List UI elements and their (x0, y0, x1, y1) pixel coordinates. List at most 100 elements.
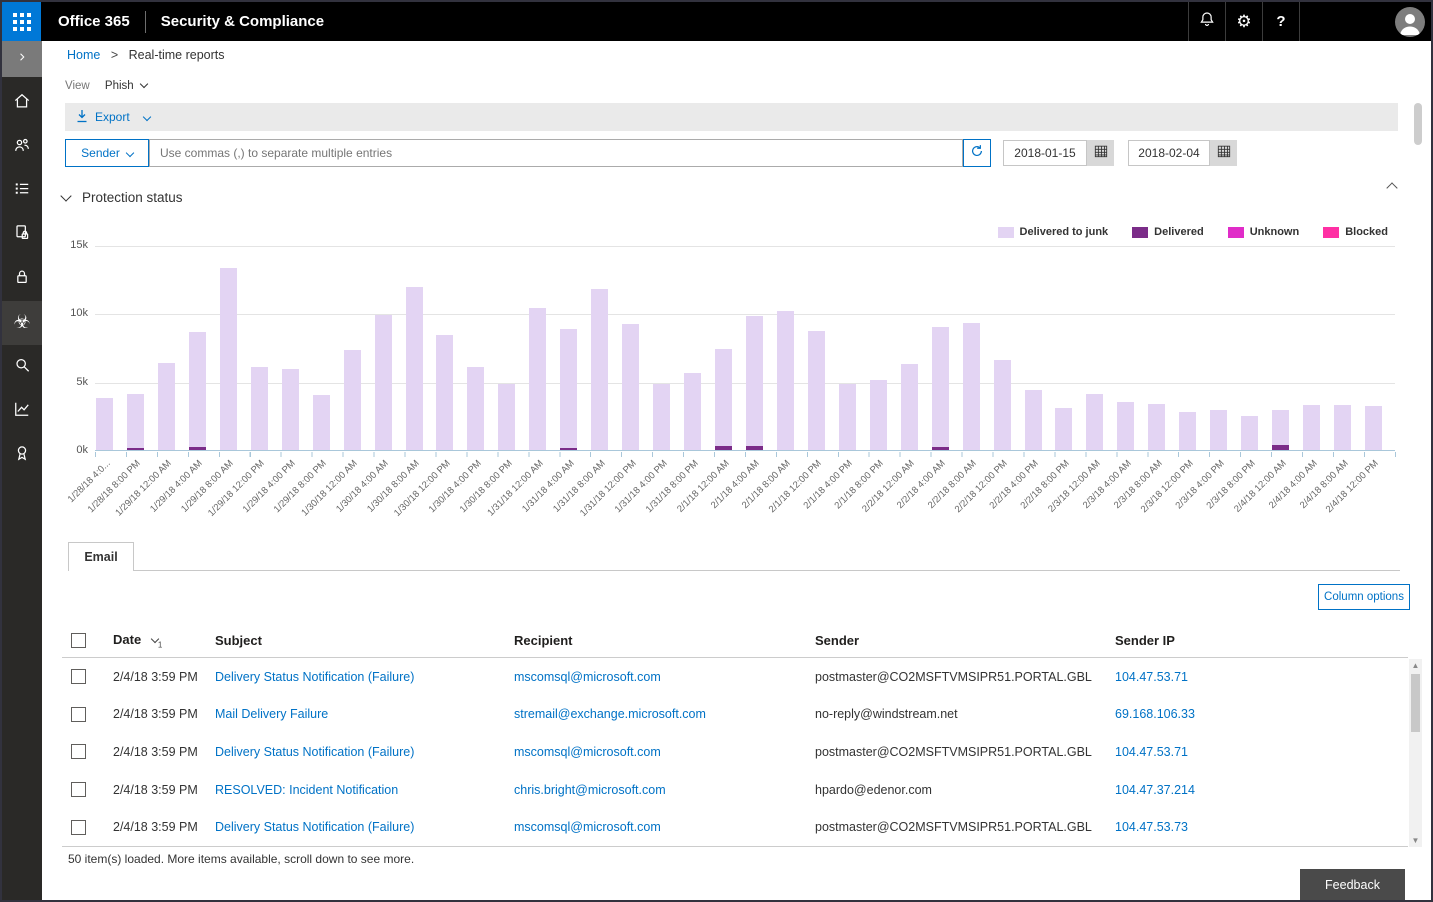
table-scrollbar[interactable]: ▲ ▼ (1409, 659, 1422, 847)
bar[interactable] (344, 246, 361, 450)
bar[interactable] (715, 246, 732, 450)
scroll-up-arrow-icon[interactable]: ▲ (1409, 659, 1422, 672)
recipient-link[interactable]: chris.bright@microsoft.com (514, 783, 666, 797)
recipient-link[interactable]: mscomsql@microsoft.com (514, 745, 661, 759)
recipient-link[interactable]: mscomsql@microsoft.com (514, 670, 661, 684)
help-button[interactable]: ? (1263, 2, 1299, 41)
product-name[interactable]: Office 365 (58, 13, 130, 30)
bar[interactable] (994, 246, 1011, 450)
bar[interactable] (1272, 246, 1289, 450)
end-date-calendar-button[interactable] (1210, 140, 1237, 166)
bar[interactable] (251, 246, 268, 450)
subject-link[interactable]: Delivery Status Notification (Failure) (215, 820, 414, 834)
row-checkbox[interactable] (71, 669, 86, 684)
table-scrollbar-thumb[interactable] (1411, 674, 1420, 732)
bar[interactable] (1086, 246, 1103, 450)
bar[interactable] (1334, 246, 1351, 450)
sender-ip-link[interactable]: 104.47.53.71 (1115, 670, 1188, 684)
table-row[interactable]: 2/4/18 3:59 PMDelivery Status Notificati… (62, 733, 1408, 771)
view-selector[interactable]: Phish (105, 80, 147, 92)
bar[interactable] (591, 246, 608, 450)
bar[interactable] (808, 246, 825, 450)
select-all-checkbox[interactable] (71, 633, 86, 648)
settings-button[interactable]: ⚙ (1226, 2, 1262, 41)
bar[interactable] (1303, 246, 1320, 450)
sidebar-item-threat-management[interactable]: ☣ (2, 301, 42, 345)
app-launcher-button[interactable] (2, 2, 41, 41)
bar[interactable] (189, 246, 206, 450)
sidebar-item-permissions[interactable] (2, 125, 42, 169)
row-checkbox[interactable] (71, 707, 86, 722)
column-header-sender[interactable]: Sender (815, 633, 1115, 648)
start-date-calendar-button[interactable] (1087, 140, 1114, 166)
bar[interactable] (158, 246, 175, 450)
column-header-sender-ip[interactable]: Sender IP (1115, 633, 1408, 648)
sender-ip-link[interactable]: 104.47.37.214 (1115, 783, 1195, 797)
bar[interactable] (870, 246, 887, 450)
bar[interactable] (406, 246, 423, 450)
column-header-date[interactable]: Date 1 (113, 632, 215, 650)
bar[interactable] (282, 246, 299, 450)
sidebar-item-search[interactable] (2, 345, 42, 389)
collapse-panel-button[interactable] (1384, 174, 1400, 200)
export-button[interactable]: Export (76, 109, 150, 126)
sidebar-item-data-governance[interactable] (2, 257, 42, 301)
bar[interactable] (313, 246, 330, 450)
row-checkbox[interactable] (71, 782, 86, 797)
table-row[interactable]: 2/4/18 3:59 PMRESOLVED: Incident Notific… (62, 771, 1408, 809)
recipient-link[interactable]: mscomsql@microsoft.com (514, 820, 661, 834)
bar[interactable] (560, 246, 577, 450)
sender-ip-link[interactable]: 104.47.53.71 (1115, 745, 1188, 759)
bar[interactable] (1365, 246, 1382, 450)
expand-nav-button[interactable] (2, 41, 42, 77)
sidebar-item-reports[interactable] (2, 389, 42, 433)
bar[interactable] (746, 246, 763, 450)
protection-status-section-toggle[interactable]: Protection status (62, 190, 183, 205)
bar[interactable] (96, 246, 113, 450)
bar[interactable] (529, 246, 546, 450)
bar[interactable] (1117, 246, 1134, 450)
scroll-down-arrow-icon[interactable]: ▼ (1409, 834, 1422, 847)
column-header-subject[interactable]: Subject (215, 633, 514, 648)
bar[interactable] (1025, 246, 1042, 450)
column-header-recipient[interactable]: Recipient (514, 633, 815, 648)
table-row[interactable]: 2/4/18 3:59 PMDelivery Status Notificati… (62, 808, 1408, 846)
bar[interactable] (963, 246, 980, 450)
refresh-button[interactable] (963, 139, 991, 167)
bar[interactable] (1241, 246, 1258, 450)
breadcrumb-home-link[interactable]: Home (67, 48, 100, 62)
bar[interactable] (467, 246, 484, 450)
bar[interactable] (622, 246, 639, 450)
sender-ip-link[interactable]: 69.168.106.33 (1115, 707, 1195, 721)
bar[interactable] (436, 246, 453, 450)
bar[interactable] (1055, 246, 1072, 450)
filter-field-selector[interactable]: Sender (65, 139, 149, 167)
notifications-button[interactable] (1189, 2, 1225, 41)
bar[interactable] (375, 246, 392, 450)
column-options-button[interactable]: Column options (1318, 584, 1410, 610)
filter-value-input[interactable] (149, 139, 963, 167)
bar[interactable] (839, 246, 856, 450)
bar[interactable] (653, 246, 670, 450)
table-row[interactable]: 2/4/18 3:59 PMDelivery Status Notificati… (62, 658, 1408, 696)
row-checkbox[interactable] (71, 820, 86, 835)
bar[interactable] (777, 246, 794, 450)
table-row[interactable]: 2/4/18 3:59 PMMail Delivery Failurestrem… (62, 696, 1408, 734)
recipient-link[interactable]: stremail@exchange.microsoft.com (514, 707, 706, 721)
start-date-input[interactable] (1003, 140, 1087, 166)
subject-link[interactable]: Delivery Status Notification (Failure) (215, 745, 414, 759)
tab-email[interactable]: Email (68, 542, 134, 571)
sender-ip-link[interactable]: 104.47.53.73 (1115, 820, 1188, 834)
bar[interactable] (1210, 246, 1227, 450)
bar[interactable] (901, 246, 918, 450)
bar[interactable] (220, 246, 237, 450)
subject-link[interactable]: RESOLVED: Incident Notification (215, 783, 398, 797)
sidebar-item-data-loss-prevention[interactable] (2, 213, 42, 257)
row-checkbox[interactable] (71, 744, 86, 759)
feedback-button[interactable]: Feedback (1300, 869, 1405, 900)
bar[interactable] (1179, 246, 1196, 450)
sidebar-item-classifications[interactable] (2, 169, 42, 213)
bar[interactable] (498, 246, 515, 450)
account-avatar[interactable] (1395, 7, 1425, 37)
bar[interactable] (684, 246, 701, 450)
